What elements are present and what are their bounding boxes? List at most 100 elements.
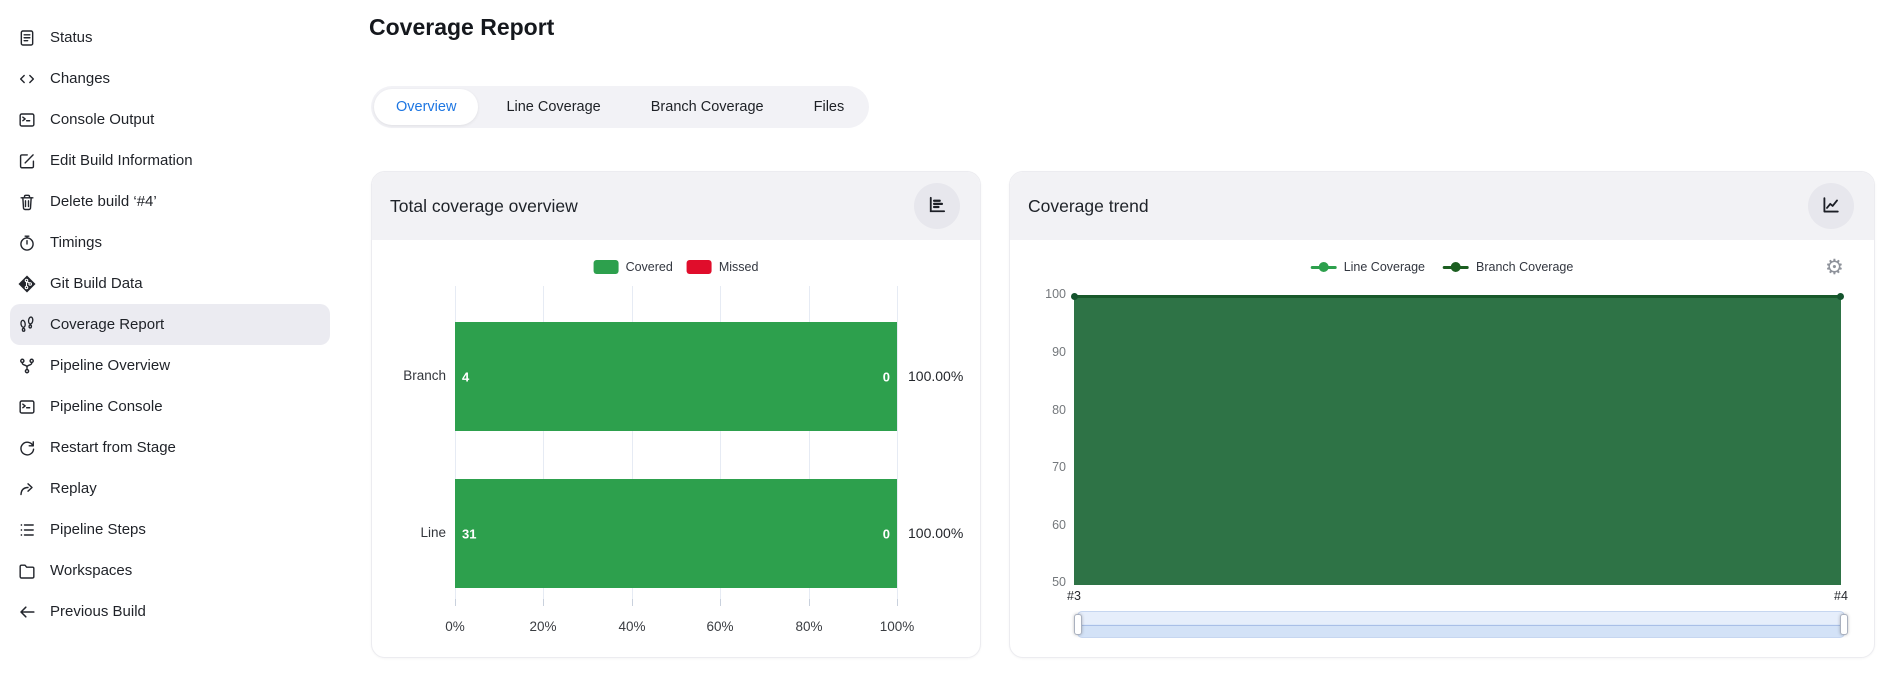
arrow-left-icon — [17, 602, 37, 622]
category-label-line: Line — [420, 525, 446, 540]
sidebar-item-replay[interactable]: Replay — [10, 468, 330, 509]
sidebar-item-git-build-data[interactable]: Git Build Data — [10, 263, 330, 304]
sidebar-item-label: Restart from Stage — [50, 439, 176, 456]
sidebar-item-label: Coverage Report — [50, 316, 165, 333]
x-axis-label: 80% — [795, 619, 823, 634]
line-chart-icon — [1820, 194, 1842, 219]
sidebar-item-label: Edit Build Information — [50, 152, 193, 169]
sidebar-item-timings[interactable]: Timings — [10, 222, 330, 263]
bar-chart-toggle-button[interactable] — [914, 183, 960, 229]
gridline — [897, 286, 898, 599]
sidebar-item-label: Previous Build — [50, 603, 146, 620]
zoom-slider[interactable] — [1074, 611, 1848, 638]
sidebar-item-label: Pipeline Console — [50, 398, 163, 415]
total-coverage-card-header: Total coverage overview — [372, 172, 980, 240]
sidebar-item-delete-build[interactable]: Delete build ‘#4’ — [10, 181, 330, 222]
branch-percent-label: 100.00% — [908, 368, 964, 384]
trash-icon — [17, 192, 37, 212]
code-icon — [17, 69, 37, 89]
coverage-trend-card-header: Coverage trend — [1010, 172, 1874, 240]
legend-label: Missed — [718, 260, 759, 274]
x-axis-label-build-4: #4 — [1834, 589, 1848, 603]
zoom-slider-left-handle[interactable] — [1074, 614, 1082, 635]
missed-swatch-icon — [686, 260, 712, 274]
x-axis-label: 60% — [706, 619, 734, 634]
sidebar-item-label: Timings — [50, 234, 102, 251]
legend-label: Line Coverage — [1343, 260, 1426, 274]
steps-icon — [17, 520, 37, 540]
axis-tick — [543, 599, 544, 606]
zoom-slider-right-handle[interactable] — [1840, 614, 1848, 635]
sidebar-item-previous-build[interactable]: Previous Build — [10, 591, 330, 632]
axis-tick — [632, 599, 633, 606]
axis-tick — [897, 599, 898, 606]
sidebar-item-label: Changes — [50, 70, 111, 87]
sidebar-item-edit-build-information[interactable]: Edit Build Information — [10, 140, 330, 181]
covered-value: 31 — [462, 526, 477, 541]
page-title: Coverage Report — [369, 14, 555, 40]
x-axis-label-build-3: #3 — [1067, 589, 1081, 603]
axis-tick — [720, 599, 721, 606]
chart-legend: Line Coverage Branch Coverage — [1310, 260, 1573, 274]
x-axis-label: 20% — [529, 619, 557, 634]
line-percent-label: 100.00% — [908, 525, 964, 541]
sidebar-item-status[interactable]: Status — [10, 17, 330, 58]
tab-line-coverage[interactable]: Line Coverage — [484, 89, 622, 125]
tab-files[interactable]: Files — [792, 89, 867, 125]
line-coverage-bar: 31 0 — [455, 479, 897, 588]
bar-chart-icon — [926, 194, 948, 219]
x-axis-label: 40% — [618, 619, 646, 634]
line-chart-toggle-button[interactable] — [1808, 183, 1854, 229]
card-title: Coverage trend — [1028, 195, 1149, 216]
sidebar-item-pipeline-steps[interactable]: Pipeline Steps — [10, 509, 330, 550]
total-coverage-card: Total coverage overview Covered Missed 0… — [371, 171, 981, 658]
legend-item-branch-coverage[interactable]: Branch Coverage — [1443, 260, 1573, 274]
data-point-icon — [1071, 293, 1078, 300]
sidebar-item-coverage-report[interactable]: Coverage Report — [10, 304, 330, 345]
covered-value: 4 — [462, 369, 470, 384]
sidebar-item-label: Status — [50, 29, 93, 46]
sidebar-item-pipeline-overview[interactable]: Pipeline Overview — [10, 345, 330, 386]
sidebar-item-label: Replay — [50, 480, 97, 497]
footprints-icon — [17, 315, 37, 335]
y-axis-label: 50 — [1052, 575, 1066, 589]
legend-label: Covered — [625, 260, 673, 274]
y-axis-label: 80 — [1052, 403, 1066, 417]
branch-icon — [17, 356, 37, 376]
axis-tick — [455, 599, 456, 606]
sidebar-item-label: Delete build ‘#4’ — [50, 193, 157, 210]
folder-icon — [17, 561, 37, 581]
legend-item-covered[interactable]: Covered — [593, 260, 673, 274]
tab-bar: Overview Line Coverage Branch Coverage F… — [371, 86, 870, 128]
missed-value: 0 — [882, 526, 890, 541]
sidebar-item-pipeline-console[interactable]: Pipeline Console — [10, 386, 330, 427]
sidebar-item-restart-from-stage[interactable]: Restart from Stage — [10, 427, 330, 468]
x-axis-label: 100% — [879, 619, 915, 634]
coverage-report-page: Status Changes Console Output Edit Build… — [0, 0, 1894, 683]
sidebar-item-workspaces[interactable]: Workspaces — [10, 550, 330, 591]
sidebar-item-changes[interactable]: Changes — [10, 58, 330, 99]
sidebar-item-label: Pipeline Steps — [50, 521, 146, 538]
data-point-icon — [1837, 293, 1844, 300]
sidebar-item-label: Workspaces — [50, 562, 133, 579]
restart-icon — [17, 438, 37, 458]
status-document-icon — [17, 28, 37, 48]
legend-item-missed[interactable]: Missed — [686, 260, 759, 274]
sidebar-item-console-output[interactable]: Console Output — [10, 99, 330, 140]
trend-area-series — [1071, 293, 1844, 585]
tab-overview[interactable]: Overview — [374, 89, 479, 125]
sidebar-item-label: Git Build Data — [50, 275, 143, 292]
branch-series-marker-icon — [1443, 262, 1470, 272]
legend-item-line-coverage[interactable]: Line Coverage — [1310, 260, 1426, 274]
covered-swatch-icon — [593, 260, 619, 274]
x-axis-label: 0% — [445, 619, 465, 634]
axis-tick — [809, 599, 810, 606]
y-axis-label: 60 — [1052, 518, 1066, 532]
sidebar-item-label: Console Output — [50, 111, 155, 128]
missed-value: 0 — [882, 369, 890, 384]
card-title: Total coverage overview — [390, 195, 578, 216]
tab-branch-coverage[interactable]: Branch Coverage — [629, 89, 786, 125]
git-icon — [17, 274, 37, 294]
gear-icon[interactable]: ⚙ — [1825, 257, 1844, 278]
branch-coverage-bar: 4 0 — [455, 322, 897, 431]
